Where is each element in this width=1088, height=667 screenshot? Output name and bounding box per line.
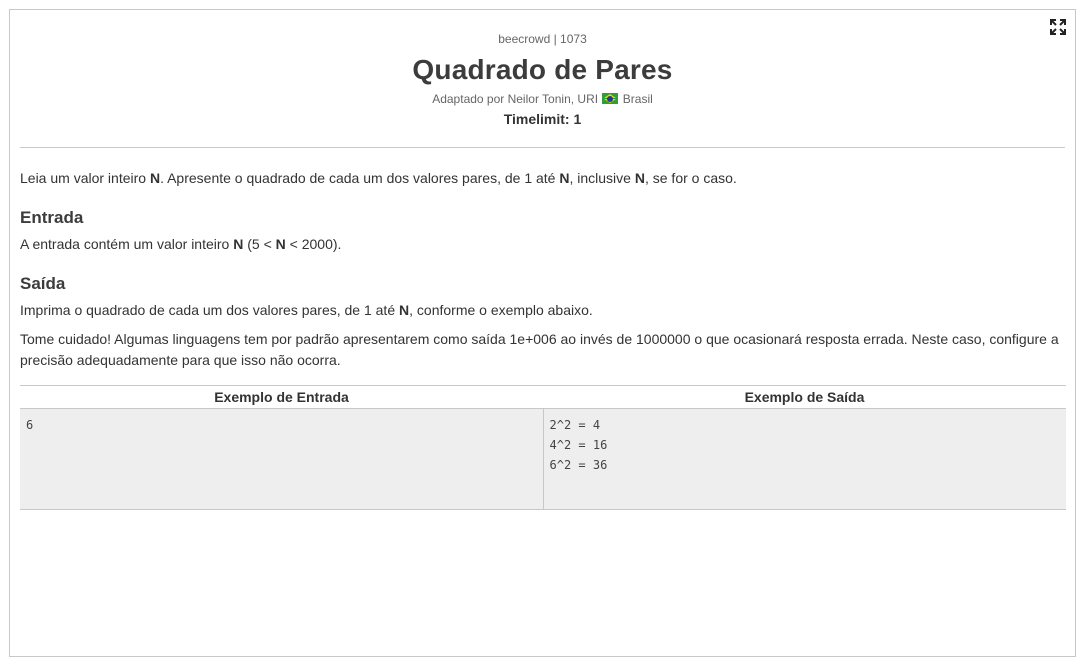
brazil-flag-icon xyxy=(602,93,619,104)
example-input-header: Exemplo de Entrada xyxy=(20,385,543,409)
problem-description: Leia um valor inteiro N. Apresente o qua… xyxy=(20,170,737,186)
output-heading: Saída xyxy=(20,274,66,293)
input-description: A entrada contém um valor inteiro N (5 <… xyxy=(20,236,342,252)
problem-header: beecrowd | 1073 Quadrado de Pares Adapta… xyxy=(10,10,1075,127)
problem-author: Adaptado por Neilor Tonin, URI Brasil xyxy=(10,92,1075,106)
examples-table: Exemplo de Entrada Exemplo de Saída 6 2^… xyxy=(20,385,1066,510)
author-text: Adaptado por Neilor Tonin, URI xyxy=(432,92,599,106)
problem-frame: beecrowd | 1073 Quadrado de Pares Adapta… xyxy=(9,9,1076,657)
example-output-code: 2^2 = 4 4^2 = 16 6^2 = 36 xyxy=(549,418,608,472)
input-heading: Entrada xyxy=(20,208,84,227)
header-divider xyxy=(20,147,1065,148)
output-description: Imprima o quadrado de cada um dos valore… xyxy=(20,302,593,318)
problem-source: beecrowd | 1073 xyxy=(498,32,587,46)
example-input-code: 6 xyxy=(26,418,34,432)
author-country: Brasil xyxy=(622,92,653,106)
problem-content: Leia um valor inteiro N. Apresente o qua… xyxy=(10,168,1075,371)
output-note: Tome cuidado! Algumas linguagens tem por… xyxy=(20,331,1059,368)
example-input-cell: 6 xyxy=(20,408,543,510)
expand-icon[interactable] xyxy=(1049,18,1067,36)
example-output-cell: 2^2 = 4 4^2 = 16 6^2 = 36 xyxy=(542,408,1066,510)
timelimit: Timelimit: 1 xyxy=(503,111,582,127)
example-output-header: Exemplo de Saída xyxy=(543,385,1066,409)
page-title: Quadrado de Pares xyxy=(412,54,673,85)
